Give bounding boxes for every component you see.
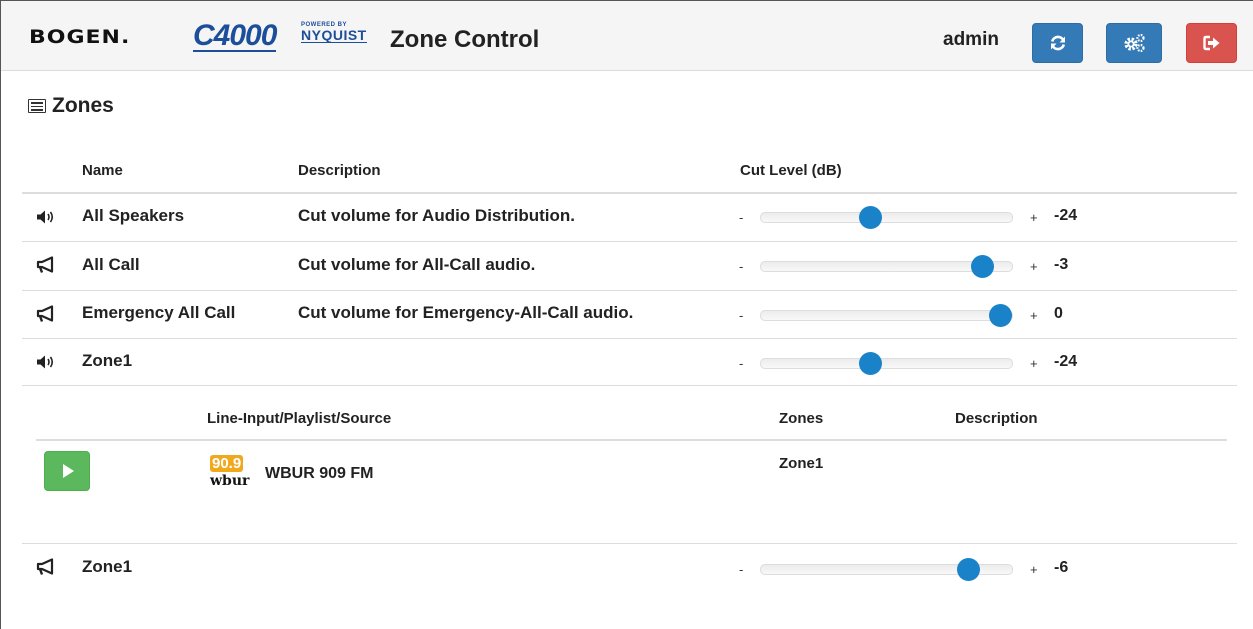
bullhorn-icon: [35, 256, 57, 274]
row-divider: [22, 338, 1237, 339]
cut-level-slider[interactable]: [760, 304, 1013, 327]
zone-name: All Speakers: [82, 206, 185, 225]
cut-level-value: -6: [1054, 559, 1069, 576]
increase-label[interactable]: +: [1030, 259, 1038, 274]
increase-label[interactable]: +: [1030, 356, 1038, 371]
speaker-icon: [35, 353, 57, 371]
zone-description: Cut volume for Emergency-All-Call audio.: [298, 303, 634, 322]
cut-level-slider[interactable]: [760, 255, 1013, 278]
logout-button[interactable]: [1186, 23, 1237, 63]
cut-level-value: 0: [1054, 305, 1063, 322]
c4000-logo: C4000: [193, 19, 277, 53]
bullhorn-icon: [35, 305, 57, 323]
nyquist-logo: POWERED BY NYQUIST: [301, 22, 367, 43]
row-divider: [22, 241, 1237, 242]
speaker-icon: [35, 208, 57, 226]
sources-header-divider: [36, 439, 1227, 441]
cut-level-value: -24: [1054, 207, 1078, 224]
decrease-label[interactable]: -: [739, 210, 743, 225]
column-header-name: Name: [82, 162, 123, 179]
bullhorn-icon: [35, 558, 57, 576]
top-navbar: BOGEN. C4000 POWERED BY NYQUIST Zone Con…: [1, 1, 1253, 71]
increase-label[interactable]: +: [1030, 308, 1038, 323]
current-user: admin: [943, 29, 999, 50]
zone-name: Zone1: [82, 557, 133, 576]
list-alt-icon: [28, 99, 46, 113]
wbur-logo-frequency: 90.9: [210, 455, 244, 472]
wbur-logo-name: wbur: [210, 473, 250, 489]
cut-level-value: -24: [1054, 353, 1078, 370]
zone-name: Emergency All Call: [82, 303, 236, 322]
cut-level-value: -3: [1054, 256, 1069, 273]
wbur-logo: 90.9 wbur: [208, 455, 254, 491]
zone-description: Cut volume for All-Call audio.: [298, 255, 536, 274]
slider-thumb[interactable]: [859, 352, 882, 375]
column-header-source-description: Description: [955, 410, 1038, 427]
decrease-label[interactable]: -: [739, 259, 743, 274]
decrease-label[interactable]: -: [739, 356, 743, 371]
column-header-zones: Zones: [779, 410, 824, 427]
slider-thumb[interactable]: [971, 255, 994, 278]
c4000-logo-text: C4000: [193, 19, 277, 52]
source-name: WBUR 909 FM: [265, 465, 374, 482]
nyquist-text: NYQUIST: [301, 27, 367, 43]
source-zones: Zone1: [779, 455, 824, 472]
row-divider: [22, 385, 1237, 386]
cut-level-slider[interactable]: [760, 206, 1013, 229]
page-title: Zone Control: [390, 26, 540, 53]
decrease-label[interactable]: -: [739, 308, 743, 323]
c4000-logo-underline: [193, 50, 277, 52]
refresh-icon: [1050, 35, 1065, 51]
increase-label[interactable]: +: [1030, 210, 1038, 225]
row-divider: [22, 290, 1237, 291]
zone-description: Cut volume for Audio Distribution.: [298, 206, 576, 225]
slider-thumb[interactable]: [989, 304, 1012, 327]
zones-section-title: Zones: [28, 94, 114, 118]
increase-label[interactable]: +: [1030, 562, 1038, 577]
slider-thumb[interactable]: [859, 206, 882, 229]
zone-name: Zone1: [82, 351, 133, 370]
column-header-description: Description: [298, 162, 381, 179]
slider-thumb[interactable]: [957, 558, 980, 581]
zone-name: All Call: [82, 255, 140, 274]
column-header-source: Line-Input/Playlist/Source: [207, 410, 392, 427]
column-header-cut-level: Cut Level (dB): [740, 162, 842, 179]
row-divider: [22, 543, 1237, 544]
table-header-divider: [22, 192, 1237, 194]
decrease-label[interactable]: -: [739, 562, 743, 577]
zones-title-text: Zones: [52, 94, 114, 117]
settings-button[interactable]: [1106, 23, 1162, 63]
refresh-button[interactable]: [1032, 23, 1083, 63]
gears-icon: [1124, 33, 1145, 53]
cut-level-slider[interactable]: [760, 558, 1013, 581]
bogen-logo: BOGEN.: [29, 27, 131, 49]
play-button[interactable]: [44, 451, 90, 491]
sign-out-icon: [1202, 35, 1219, 51]
cut-level-slider[interactable]: [760, 352, 1013, 375]
